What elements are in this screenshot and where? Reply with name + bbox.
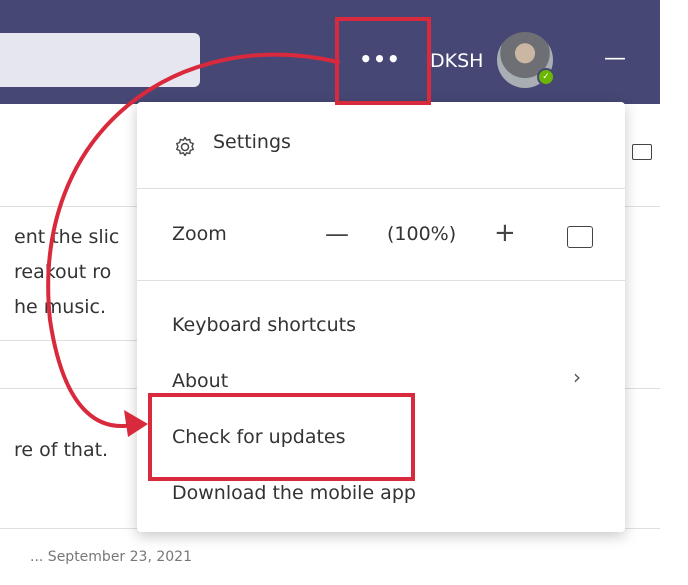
message-text-line: re of that. <box>14 439 109 461</box>
minimize-button[interactable]: — <box>600 46 630 76</box>
zoom-level: (100%) <box>387 223 457 245</box>
gear-icon <box>176 136 194 157</box>
divider <box>0 340 140 341</box>
menu-separator <box>137 188 625 189</box>
zoom-in-button[interactable]: + <box>494 218 516 248</box>
menu-item-keyboard-shortcuts[interactable]: Keyboard shortcuts <box>172 314 356 336</box>
message-text-line: reakout ro <box>14 261 112 283</box>
message-text-line: he music. <box>14 296 106 318</box>
date-fragment: ... September 23, 2021 <box>30 549 192 565</box>
highlight-box-more-options <box>335 17 431 105</box>
search-box[interactable] <box>0 33 200 87</box>
menu-separator <box>137 280 625 281</box>
menu-item-about[interactable]: About <box>172 370 228 392</box>
chevron-right-icon: › <box>573 365 581 389</box>
menu-item-settings[interactable]: Settings <box>213 131 291 153</box>
message-text-line: ent the slic <box>14 226 120 248</box>
presence-available-icon: ✓ <box>537 68 555 86</box>
zoom-label: Zoom <box>172 223 227 245</box>
zoom-out-button[interactable]: — <box>325 220 349 248</box>
org-name: DKSH <box>430 50 484 72</box>
fullscreen-icon[interactable] <box>567 226 593 248</box>
highlight-box-check-for-updates <box>148 393 415 481</box>
video-camera-icon[interactable] <box>632 144 652 160</box>
title-bar: ••• DKSH ✓ — <box>0 0 660 104</box>
menu-item-download-mobile-app[interactable]: Download the mobile app <box>172 482 416 504</box>
